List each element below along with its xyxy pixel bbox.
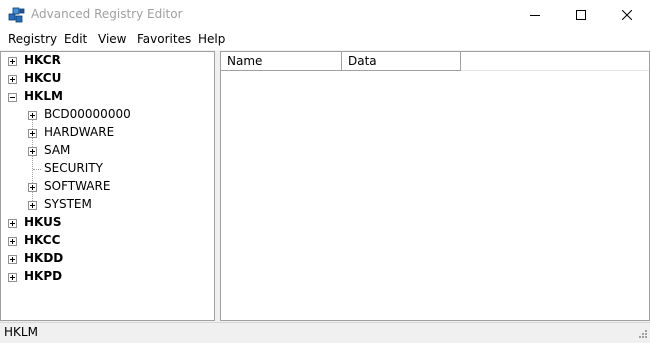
registry-tree[interactable]: HKCR HKCU HKLM BCD00000000 HARDWARE SAM … [0,51,215,321]
expand-icon[interactable] [8,75,17,84]
tree-item-hardware[interactable]: HARDWARE [1,124,216,142]
column-header-data[interactable]: Data [342,52,461,71]
expand-icon[interactable] [28,111,37,120]
tree-item-software[interactable]: SOFTWARE [1,178,216,196]
status-bar: HKLM [0,322,650,343]
tree-item-security[interactable]: SECURITY [1,160,216,178]
menu-edit[interactable]: Edit [64,32,87,46]
expand-icon[interactable] [28,183,37,192]
menu-favorites[interactable]: Favorites [137,32,191,46]
expand-icon[interactable] [8,255,17,264]
expand-icon[interactable] [8,273,17,282]
close-button[interactable] [604,0,650,30]
resize-grip-icon[interactable] [636,329,648,341]
column-header-name[interactable]: Name [221,52,342,71]
maximize-icon [576,10,586,20]
status-text: HKLM [4,325,38,339]
tree-branch-line [33,169,41,170]
close-icon [622,10,632,20]
minimize-icon [530,15,540,16]
expand-icon[interactable] [8,219,17,228]
window-title: Advanced Registry Editor [31,7,183,21]
expand-icon[interactable] [8,237,17,246]
tree-item-bcd[interactable]: BCD00000000 [1,106,216,124]
minimize-button[interactable] [512,0,558,30]
maximize-button[interactable] [558,0,604,30]
registry-cubes-icon [8,7,25,23]
expand-icon[interactable] [28,147,37,156]
values-list[interactable]: Name Data [220,51,650,321]
menu-bar: Registry Edit View Favorites Help [0,30,650,50]
expand-icon[interactable] [28,129,37,138]
expand-icon[interactable] [28,201,37,210]
title-bar: Advanced Registry Editor [0,0,650,30]
menu-view[interactable]: View [98,32,126,46]
menu-help[interactable]: Help [198,32,225,46]
menu-registry[interactable]: Registry [8,32,57,46]
tree-item-sam[interactable]: SAM [1,142,216,160]
expand-icon[interactable] [8,57,17,66]
tree-item-system[interactable]: SYSTEM [1,196,216,214]
collapse-icon[interactable] [8,93,17,102]
column-header-filler [461,52,649,71]
